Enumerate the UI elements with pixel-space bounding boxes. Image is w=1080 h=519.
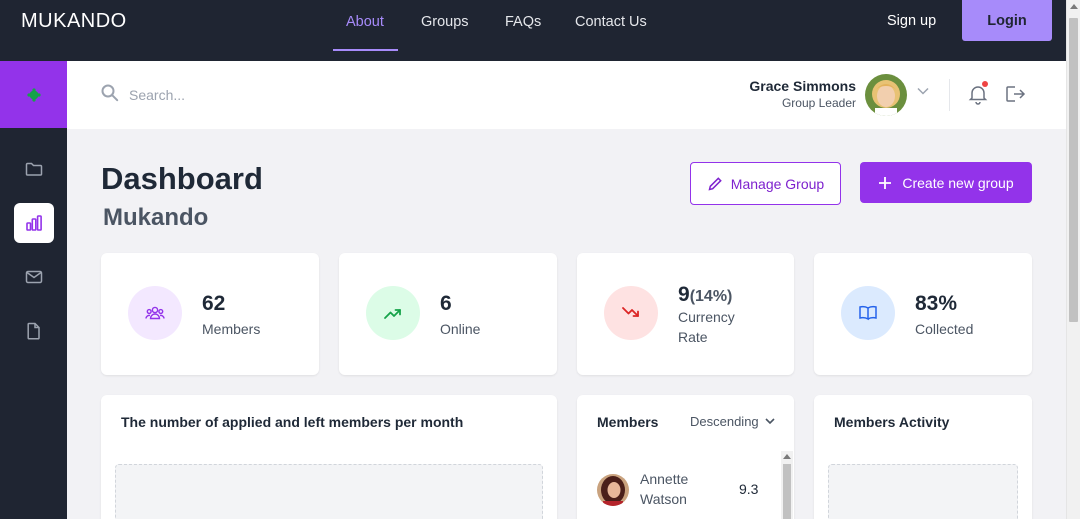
mail-icon xyxy=(25,270,43,284)
create-group-label: Create new group xyxy=(902,174,1014,191)
users-icon xyxy=(145,306,165,320)
member-list-item[interactable]: Annette Watson 9.3 xyxy=(597,469,767,511)
app-logo-icon xyxy=(26,87,41,102)
stat-value-online: 6 xyxy=(440,292,452,315)
stat-label-online: Online xyxy=(440,321,481,337)
currency-value: 9 xyxy=(678,283,690,306)
notification-dot xyxy=(982,81,988,87)
nav-link-groups[interactable]: Groups xyxy=(421,14,469,30)
sidebar-logo[interactable] xyxy=(0,61,67,128)
applied-left-chart-panel: The number of applied and left members p… xyxy=(101,395,557,519)
stat-icon-circle xyxy=(366,286,420,340)
activity-panel-title: Members Activity xyxy=(834,414,950,430)
scrollbar-thumb[interactable] xyxy=(1069,18,1078,322)
chart-loading-placeholder xyxy=(115,464,543,519)
sidebar-item-documents[interactable] xyxy=(14,311,54,351)
members-scrollbar[interactable] xyxy=(781,451,793,519)
sidebar xyxy=(0,61,67,519)
scroll-up-arrow-icon[interactable] xyxy=(783,454,791,459)
stat-icon-circle xyxy=(604,286,658,340)
user-name: Grace Simmons xyxy=(749,78,856,94)
chevron-down-icon[interactable] xyxy=(917,87,929,95)
trending-up-icon xyxy=(384,309,401,319)
currency-percent: (14%) xyxy=(689,288,733,305)
nav-link-about[interactable]: About xyxy=(346,14,384,30)
stat-card-currency: 9(14%) Currency Rate xyxy=(577,253,794,375)
create-group-button[interactable]: Create new group xyxy=(860,162,1032,203)
sort-dropdown[interactable]: Descending xyxy=(690,414,775,429)
group-name: Mukando xyxy=(103,204,209,231)
sidebar-item-messages[interactable] xyxy=(14,257,54,297)
members-panel-title: Members xyxy=(597,414,659,430)
stat-value-collected: 83% xyxy=(915,292,958,315)
page-title: Dashboard xyxy=(101,161,263,196)
user-avatar[interactable] xyxy=(865,74,907,116)
active-nav-indicator xyxy=(333,49,398,51)
manage-group-button[interactable]: Manage Group xyxy=(690,162,841,205)
stat-label-collected: Collected xyxy=(915,321,974,337)
search-icon xyxy=(101,84,119,102)
folder-icon xyxy=(25,162,43,176)
stat-card-online: 6 Online xyxy=(339,253,557,375)
stat-card-collected: 83% Collected xyxy=(814,253,1032,375)
header-divider xyxy=(949,79,950,111)
sort-label: Descending xyxy=(690,414,759,429)
brand-logo[interactable]: MUKANDO xyxy=(21,10,127,33)
document-icon xyxy=(27,322,40,340)
top-navbar: MUKANDO About Groups FAQs Contact Us Sig… xyxy=(0,0,1066,61)
chart-panel-title: The number of applied and left members p… xyxy=(121,414,464,430)
stat-card-members: 62 Members xyxy=(101,253,319,375)
page-scrollbar[interactable] xyxy=(1066,0,1080,519)
logout-icon[interactable] xyxy=(1004,84,1026,104)
signup-link[interactable]: Sign up xyxy=(887,13,936,29)
book-icon xyxy=(859,305,877,321)
stat-icon-circle xyxy=(128,286,182,340)
sidebar-item-folders[interactable] xyxy=(14,149,54,189)
chevron-down-icon xyxy=(765,418,775,425)
nav-link-contact[interactable]: Contact Us xyxy=(575,14,647,30)
stat-value-members: 62 xyxy=(202,292,226,315)
stat-value-currency: 9(14%) xyxy=(678,283,732,307)
activity-loading-placeholder xyxy=(828,464,1018,519)
member-score: 9.3 xyxy=(739,481,759,497)
stat-icon-circle xyxy=(841,286,895,340)
members-panel: Members Descending Annette Watson 9.3 xyxy=(577,395,794,519)
members-scrollbar-thumb[interactable] xyxy=(783,464,791,519)
nav-link-faqs[interactable]: FAQs xyxy=(505,14,541,30)
members-activity-panel: Members Activity xyxy=(814,395,1032,519)
stat-label-members: Members xyxy=(202,321,261,337)
manage-group-label: Manage Group xyxy=(730,175,825,192)
search-input[interactable] xyxy=(129,83,429,107)
stat-label-currency: Currency Rate xyxy=(678,309,735,345)
header-bar: Grace Simmons Group Leader xyxy=(67,61,1066,129)
member-name: Annette Watson xyxy=(640,471,689,507)
plus-icon xyxy=(879,176,892,189)
member-avatar xyxy=(597,474,629,506)
sidebar-item-dashboard[interactable] xyxy=(14,203,54,243)
login-button[interactable]: Login xyxy=(962,0,1052,41)
user-role: Group Leader xyxy=(781,96,856,110)
trending-down-icon xyxy=(622,307,639,317)
scroll-up-arrow-icon[interactable] xyxy=(1070,4,1078,9)
bar-chart-icon xyxy=(26,215,42,231)
pencil-icon xyxy=(708,176,722,191)
